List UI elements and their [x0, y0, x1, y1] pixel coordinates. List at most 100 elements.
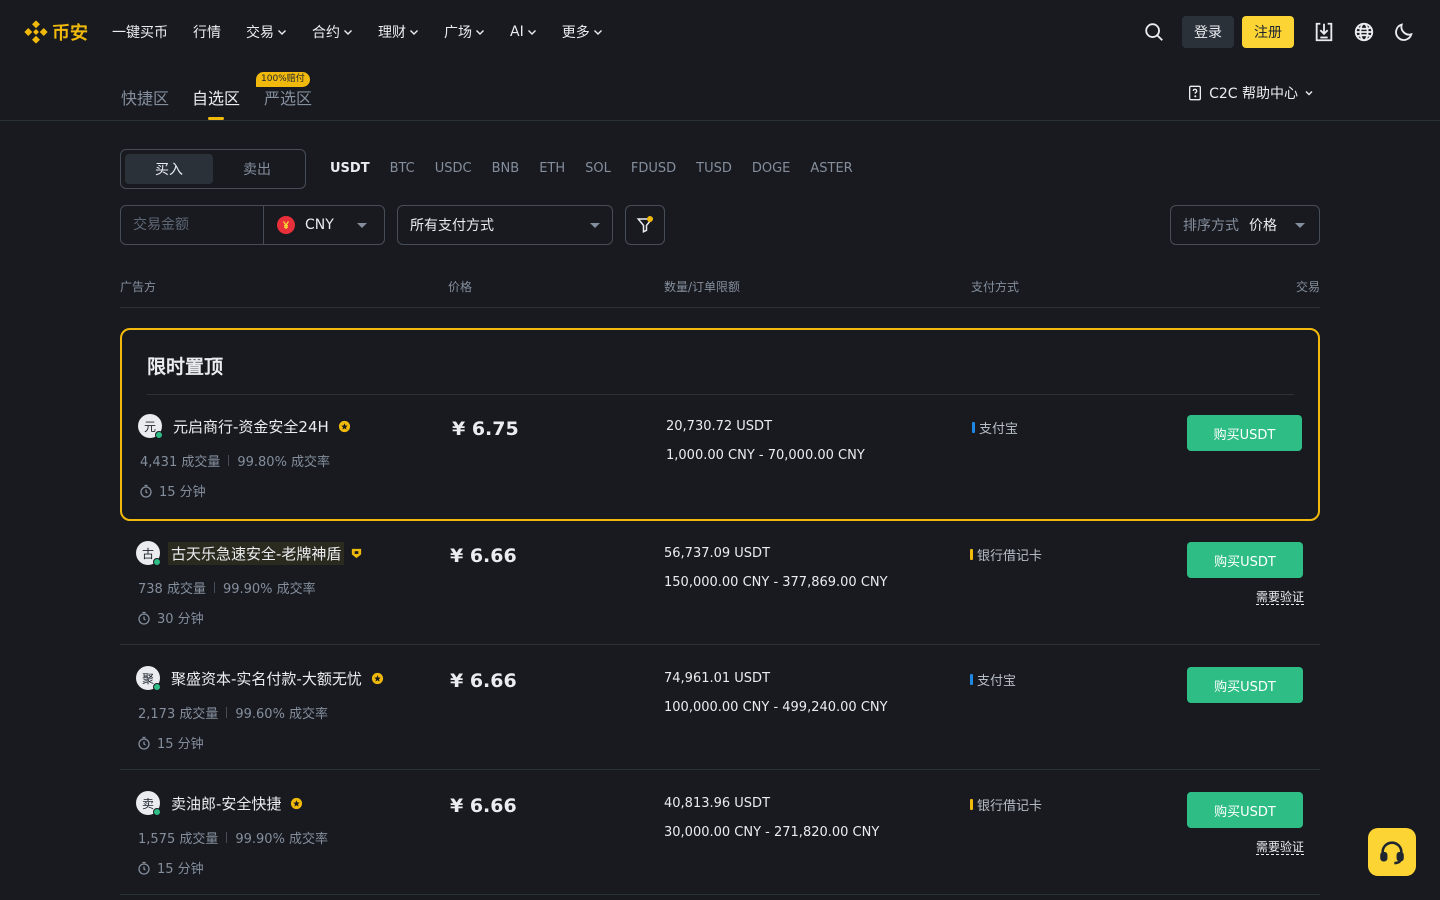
nav-item-5[interactable]: 广场: [444, 22, 485, 42]
order-limit: 30,000.00 CNY - 271,820.00 CNY: [664, 825, 880, 840]
caret-down-icon: [590, 222, 600, 228]
buy-usdt-button[interactable]: 购买USDT: [1187, 542, 1303, 578]
coin-tab-fdusd[interactable]: FDUSD: [631, 161, 676, 176]
coin-tabs: USDT BTC USDC BNB ETH SOL FDUSD TUSD DOGE ASTER: [330, 161, 853, 176]
verification-required-link[interactable]: 需要验证: [1255, 840, 1304, 855]
tab-selected[interactable]: 严选区: [264, 85, 312, 109]
nav-item-label: 更多: [561, 25, 590, 41]
coin-tab-tusd[interactable]: TUSD: [696, 161, 732, 176]
help-center-menu[interactable]: C2C 帮助中心: [1187, 83, 1314, 103]
nav-item-3[interactable]: 合约: [312, 22, 353, 42]
verification-required-link[interactable]: 需要验证: [1255, 590, 1304, 605]
sell-toggle-button[interactable]: 卖出: [213, 154, 301, 184]
table-row: 聚 聚盛资本-实名付款-大额无忧 2,173 成交量 99.60% 成交率 15…: [120, 645, 1320, 770]
currency-select[interactable]: CNY: [305, 217, 334, 233]
caret-down-icon[interactable]: [356, 222, 367, 228]
amount-input[interactable]: [121, 206, 264, 244]
coin-tab-usdt[interactable]: USDT: [330, 161, 370, 176]
buy-usdt-button[interactable]: 购买USDT: [1187, 415, 1302, 451]
payment-method-name: 支付宝: [979, 422, 1019, 437]
stat-divider: [213, 582, 215, 593]
completion-rate: 99.60% 成交率: [235, 707, 329, 722]
guarantee-badge: 100%赔付: [256, 72, 310, 87]
payment-window-text: 30 分钟: [157, 612, 204, 627]
tab-express[interactable]: 快捷区: [121, 85, 169, 109]
verified-merchant-icon: [371, 672, 383, 684]
ad-price: ¥ 6.66: [450, 795, 517, 817]
advertiser-name[interactable]: 古天乐急速安全-老牌神盾: [168, 541, 345, 565]
ad-price: ¥ 6.66: [450, 545, 517, 567]
coin-tab-bnb[interactable]: BNB: [492, 161, 520, 176]
filter-button[interactable]: [625, 205, 665, 245]
available-quantity: 56,737.09 USDT: [664, 546, 771, 561]
payment-method-select[interactable]: 所有支付方式: [397, 205, 613, 245]
trade-count: 1,575 成交量: [138, 832, 219, 847]
search-icon[interactable]: [1142, 20, 1166, 44]
binance-logo-icon: [24, 20, 48, 44]
available-quantity: 74,961.01 USDT: [664, 671, 771, 686]
ad-price: ¥ 6.75: [452, 418, 519, 440]
advertiser-stats: 2,173 成交量 99.60% 成交率: [138, 703, 328, 722]
headset-icon: [1380, 841, 1404, 865]
register-button[interactable]: 注册: [1242, 16, 1294, 48]
buy-usdt-button[interactable]: 购买USDT: [1187, 792, 1303, 828]
verified-merchant-icon: [338, 420, 350, 432]
nav-item-4[interactable]: 理财: [378, 22, 419, 42]
avatar: 卖: [136, 791, 161, 816]
verified-merchant-icon: [352, 548, 362, 558]
payment-color-bar: [970, 799, 973, 810]
trade-count: 4,431 成交量: [140, 455, 221, 470]
advertiser[interactable]: 古 古天乐急速安全-老牌神盾: [136, 541, 363, 566]
featured-title: 限时置顶: [147, 356, 224, 378]
sort-select[interactable]: 排序方式 价格: [1170, 205, 1320, 245]
buy-toggle-button[interactable]: 买入: [125, 154, 213, 184]
login-button[interactable]: 登录: [1182, 16, 1234, 48]
globe-icon[interactable]: [1352, 20, 1376, 44]
coin-tab-btc[interactable]: BTC: [390, 161, 415, 176]
payment-window-text: 15 分钟: [159, 485, 206, 500]
coin-tab-sol[interactable]: SOL: [585, 161, 611, 176]
coin-tab-doge[interactable]: DOGE: [752, 161, 791, 176]
nav-item-1[interactable]: 行情: [193, 22, 221, 42]
payment-color-bar: [970, 549, 973, 560]
timer-icon: [138, 861, 150, 875]
coin-tab-aster[interactable]: ASTER: [810, 161, 852, 176]
payment-method-name: 支付宝: [977, 674, 1017, 689]
advertiser-stats: 1,575 成交量 99.90% 成交率: [138, 828, 328, 847]
payment-method: 支付宝: [972, 418, 1018, 437]
chevron-down-icon: [476, 30, 484, 35]
buy-usdt-button[interactable]: 购买USDT: [1187, 667, 1303, 703]
nav-item-0[interactable]: 一键买币: [112, 22, 168, 42]
trade-count: 738 成交量: [138, 582, 206, 597]
avatar-initial: 古: [141, 546, 154, 561]
completion-rate: 99.90% 成交率: [222, 582, 316, 597]
moon-icon[interactable]: [1392, 20, 1416, 44]
payment-method-value: 所有支付方式: [410, 218, 494, 234]
advertiser-stats: 738 成交量 99.90% 成交率: [138, 578, 316, 597]
logo[interactable]: 币安: [24, 19, 88, 45]
online-status-dot: [155, 431, 163, 439]
coin-tab-eth[interactable]: ETH: [539, 161, 565, 176]
advertiser-name[interactable]: 聚盛资本-实名付款-大额无忧: [168, 667, 365, 690]
payment-window-text: 15 分钟: [157, 737, 204, 752]
table-row: 古 古天乐急速安全-老牌神盾 738 成交量 99.90% 成交率 30 分钟 …: [120, 520, 1320, 645]
nav-item-label: AI: [510, 24, 524, 40]
download-icon[interactable]: [1312, 20, 1336, 44]
support-chat-button[interactable]: [1368, 828, 1416, 876]
chevron-down-icon: [527, 30, 536, 35]
nav-item-label: 行情: [193, 25, 221, 41]
coin-tab-usdc[interactable]: USDC: [435, 161, 472, 176]
payment-color-bar: [970, 674, 973, 685]
tab-p2p[interactable]: 自选区: [192, 85, 240, 109]
nav-item-7[interactable]: 更多: [562, 22, 603, 42]
avatar-initial: 卖: [141, 796, 154, 811]
advertiser-name[interactable]: 卖油郎-安全快捷: [168, 792, 284, 815]
nav-item-2[interactable]: 交易: [246, 22, 287, 42]
payment-window: 15 分钟: [137, 733, 204, 752]
nav-item-label: 一键买币: [112, 25, 168, 41]
advertiser[interactable]: 聚 聚盛资本-实名付款-大额无忧: [136, 666, 384, 691]
nav-item-6[interactable]: AI: [510, 24, 537, 40]
advertiser[interactable]: 元 元启商行-资金安全24H: [138, 414, 351, 439]
advertiser-name[interactable]: 元启商行-资金安全24H: [170, 415, 332, 438]
advertiser[interactable]: 卖 卖油郎-安全快捷: [136, 791, 303, 816]
